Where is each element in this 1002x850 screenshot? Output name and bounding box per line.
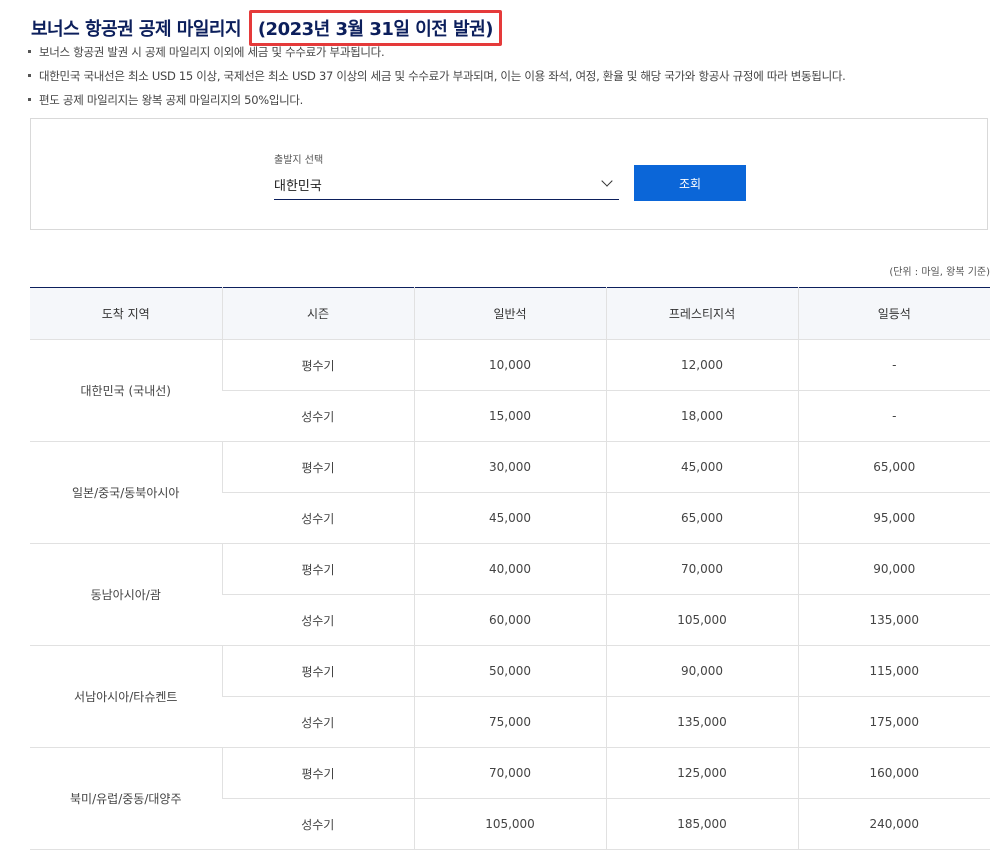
region-cell: 서남아시아/타슈켄트 [30,645,222,748]
header-economy: 일반석 [413,287,606,340]
first-cell: - [797,390,990,442]
prestige-cell: 185,000 [605,798,798,850]
season-cell: 평수기 [221,339,414,391]
header-season: 시즌 [221,287,414,340]
economy-cell: 70,000 [413,747,606,799]
first-cell: 175,000 [797,696,990,748]
header-region: 도착 지역 [30,287,222,340]
table-header-row: 도착 지역 시즌 일반석 프레스티지석 일등석 [30,287,990,340]
origin-select-value: 대한민국 [274,179,322,194]
prestige-cell: 65,000 [605,492,798,544]
header-prestige: 프레스티지석 [605,287,798,340]
economy-cell: 40,000 [413,543,606,595]
table-row: 서남아시아/타슈켄트 평수기 50,000 90,000 115,000 [30,645,990,748]
origin-select[interactable]: 대한민국 [274,170,619,200]
first-cell: 160,000 [797,747,990,799]
prestige-cell: 125,000 [605,747,798,799]
prestige-cell: 12,000 [605,339,798,391]
season-cell: 성수기 [222,798,414,850]
note-item: 편도 공제 마일리지는 왕복 공제 마일리지의 50%입니다. [28,91,846,115]
season-cell: 성수기 [222,696,414,748]
region-cell: 동남아시아/괌 [30,543,222,646]
first-cell: - [797,339,990,391]
first-cell: 90,000 [797,543,990,595]
origin-select-label: 출발지 선택 [274,155,324,166]
mileage-table: 도착 지역 시즌 일반석 프레스티지석 일등석 대한민국 (국내선) 평수기 1… [30,287,990,850]
page-title-main: 보너스 항공권 공제 마일리지 [31,19,242,40]
season-cell: 성수기 [222,390,414,442]
prestige-cell: 70,000 [605,543,798,595]
region-cell: 일본/중국/동북아시아 [30,441,222,544]
table-row: 동남아시아/괌 평수기 40,000 70,000 90,000 [30,543,990,646]
economy-cell: 60,000 [413,594,606,646]
note-item: 보너스 항공권 발권 시 공제 마일리지 이외에 세금 및 수수료가 부과됩니다… [28,43,846,67]
first-cell: 95,000 [797,492,990,544]
economy-cell: 15,000 [413,390,606,442]
first-cell: 115,000 [797,645,990,697]
region-cell: 대한민국 (국내선) [30,339,222,442]
first-cell: 135,000 [797,594,990,646]
unit-note: (단위 : 마일, 왕복 기준) [889,267,990,278]
season-cell: 평수기 [221,645,414,697]
notes-list: 보너스 항공권 발권 시 공제 마일리지 이외에 세금 및 수수료가 부과됩니다… [28,43,846,115]
header-first: 일등석 [797,287,990,340]
prestige-cell: 45,000 [605,441,798,493]
prestige-cell: 105,000 [605,594,798,646]
region-cell: 북미/유럽/중동/대양주 [30,747,222,850]
economy-cell: 75,000 [413,696,606,748]
prestige-cell: 90,000 [605,645,798,697]
economy-cell: 105,000 [413,798,606,850]
issue-date-highlight: (2023년 3월 31일 이전 발권) [248,10,502,46]
season-cell: 성수기 [222,492,414,544]
note-item: 대한민국 국내선은 최소 USD 15 이상, 국제선은 최소 USD 37 이… [28,67,846,91]
prestige-cell: 18,000 [605,390,798,442]
table-row: 일본/중국/동북아시아 평수기 30,000 45,000 65,000 [30,441,990,544]
first-cell: 65,000 [797,441,990,493]
table-row: 대한민국 (국내선) 평수기 10,000 12,000 - [30,339,990,442]
season-cell: 평수기 [221,441,414,493]
first-cell: 240,000 [797,798,990,850]
economy-cell: 10,000 [413,339,606,391]
search-button[interactable]: 조회 [634,165,746,201]
economy-cell: 45,000 [413,492,606,544]
prestige-cell: 135,000 [605,696,798,748]
page-title: 보너스 항공권 공제 마일리지 (2023년 3월 31일 이전 발권) [31,10,502,46]
economy-cell: 50,000 [413,645,606,697]
season-cell: 평수기 [221,747,414,799]
economy-cell: 30,000 [413,441,606,493]
season-cell: 평수기 [221,543,414,595]
season-cell: 성수기 [222,594,414,646]
search-panel: 출발지 선택 대한민국 조회 [30,118,988,230]
table-row: 북미/유럽/중동/대양주 평수기 70,000 125,000 160,000 [30,747,990,850]
chevron-down-icon [601,175,613,187]
